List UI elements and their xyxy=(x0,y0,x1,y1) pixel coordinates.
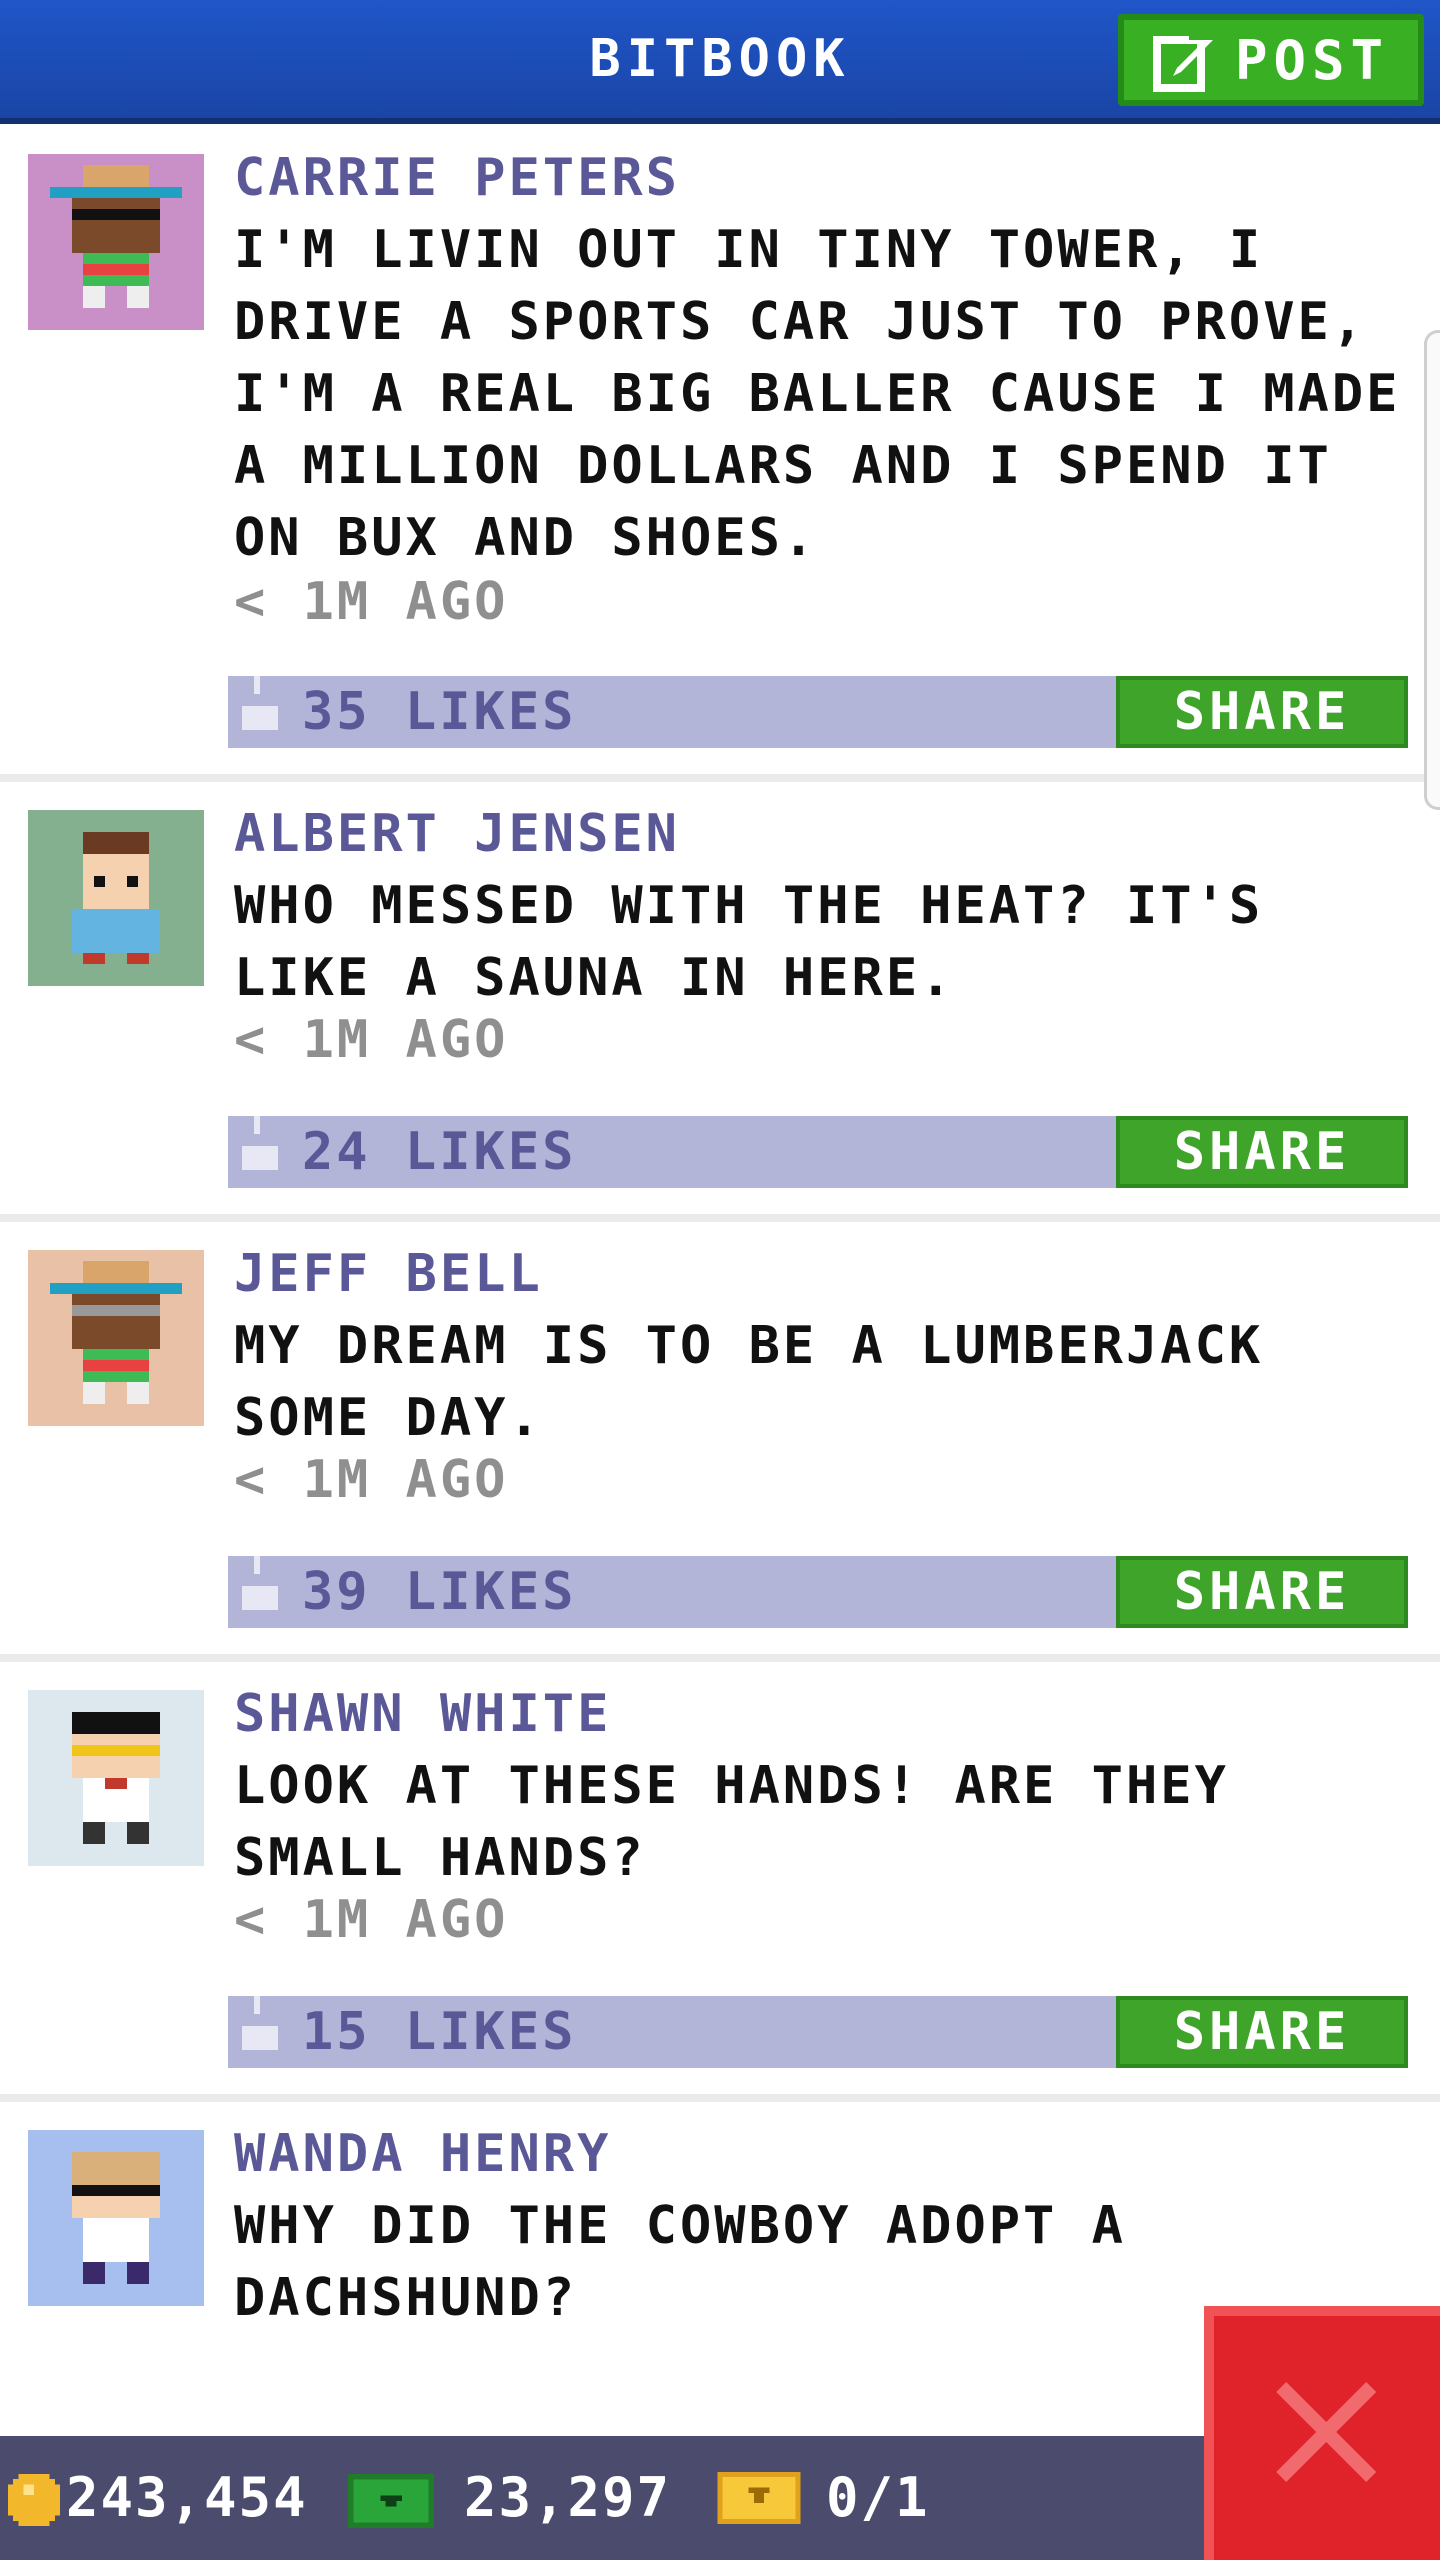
feed[interactable]: CARRIE PETERS I'M LIVIN OUT IN TINY TOWE… xyxy=(0,124,1440,2436)
post-text: WHO MESSED WITH THE HEAT? IT'S LIKE A SA… xyxy=(234,876,1264,1008)
share-button[interactable]: SHARE xyxy=(1116,1996,1408,2068)
post-time: < 1M AGO xyxy=(234,1450,509,1510)
post-button[interactable]: POST xyxy=(1118,14,1424,106)
like-count: 35 LIKES xyxy=(302,682,577,742)
coin-icon xyxy=(8,2474,60,2526)
like-count: 24 LIKES xyxy=(302,1122,577,1182)
thumbs-up-icon[interactable] xyxy=(242,1116,278,1176)
like-bar: 24 LIKES SHARE xyxy=(228,1116,1408,1188)
like-count: 15 LIKES xyxy=(302,2002,577,2062)
close-button[interactable] xyxy=(1204,2306,1440,2560)
app-header: BITBOOK POST xyxy=(0,0,1440,124)
avatar[interactable] xyxy=(28,810,204,986)
ticket-count: 0/1 xyxy=(826,2466,930,2529)
edit-icon xyxy=(1152,32,1213,92)
share-button[interactable]: SHARE xyxy=(1116,1556,1408,1628)
post-author[interactable]: JEFF BELL xyxy=(234,1244,543,1304)
avatar[interactable] xyxy=(28,1250,204,1426)
like-bar: 15 LIKES SHARE xyxy=(228,1996,1408,2068)
bux-icon xyxy=(348,2474,434,2528)
post-separator xyxy=(0,1214,1440,1222)
like-bar: 39 LIKES SHARE xyxy=(228,1556,1408,1628)
post-separator xyxy=(0,2094,1440,2102)
bux-count: 23,297 xyxy=(464,2466,672,2529)
post-author[interactable]: WANDA HENRY xyxy=(234,2124,611,2184)
scrollbar[interactable] xyxy=(1424,330,1440,810)
ticket-icon xyxy=(717,2472,801,2524)
post-time: < 1M AGO xyxy=(234,1890,509,1950)
like-count: 39 LIKES xyxy=(302,1562,577,1622)
close-icon xyxy=(1276,2382,1376,2482)
share-button[interactable]: SHARE xyxy=(1116,1116,1408,1188)
post-text: MY DREAM IS TO BE A LUMBERJACK SOME DAY. xyxy=(234,1316,1264,1448)
post-separator xyxy=(0,774,1440,782)
avatar[interactable] xyxy=(28,154,204,330)
avatar[interactable] xyxy=(28,2130,204,2306)
post-text: LOOK AT THESE HANDS! ARE THEY SMALL HAND… xyxy=(234,1756,1229,1888)
like-bar: 35 LIKES SHARE xyxy=(228,676,1408,748)
thumbs-up-icon[interactable] xyxy=(242,676,278,736)
post-button-label: POST xyxy=(1234,28,1390,92)
thumbs-up-icon[interactable] xyxy=(242,1556,278,1616)
post-author[interactable]: CARRIE PETERS xyxy=(234,148,680,208)
post-author[interactable]: ALBERT JENSEN xyxy=(234,804,680,864)
post-author[interactable]: SHAWN WHITE xyxy=(234,1684,611,1744)
post-separator xyxy=(0,1654,1440,1662)
thumbs-up-icon[interactable] xyxy=(242,1996,278,2056)
avatar[interactable] xyxy=(28,1690,204,1866)
post-text: I'M LIVIN OUT IN TINY TOWER, I DRIVE A S… xyxy=(234,220,1401,568)
coin-count: 243,454 xyxy=(66,2466,308,2529)
share-button[interactable]: SHARE xyxy=(1116,676,1408,748)
post-time: < 1M AGO xyxy=(234,572,509,632)
post-time: < 1M AGO xyxy=(234,1010,509,1070)
